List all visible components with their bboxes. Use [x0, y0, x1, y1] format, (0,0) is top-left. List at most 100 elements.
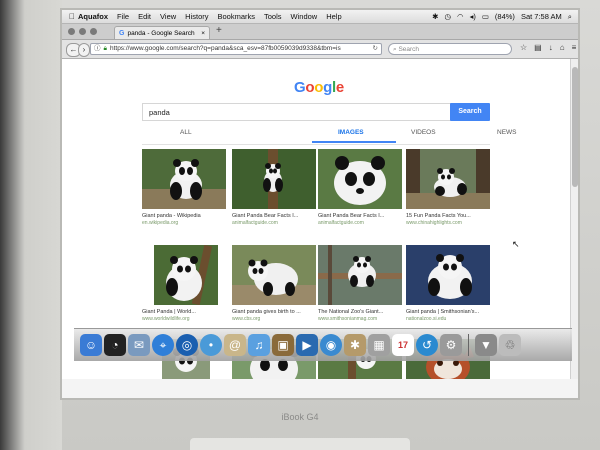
toolbar-icons: ☆ ▤ ↓ ⌂ ≡ — [520, 43, 576, 52]
result-thumbnail[interactable] — [142, 149, 226, 209]
globe-icon[interactable]: ◎ — [176, 334, 198, 356]
result-title[interactable]: Giant Panda | World... — [142, 309, 226, 315]
bookmark-star-icon[interactable]: ☆ — [520, 43, 527, 52]
address-book-icon[interactable]: @ — [224, 334, 246, 356]
image-result[interactable]: Giant panda - Wikipedia en.wikipedia.org — [142, 149, 226, 226]
result-thumbnail[interactable] — [232, 149, 316, 209]
result-thumbnail[interactable] — [406, 149, 490, 209]
result-thumbnail[interactable] — [406, 245, 490, 305]
result-thumbnail[interactable] — [154, 245, 218, 305]
tab-google-search[interactable]: G panda - Google Search × — [114, 26, 210, 39]
spotlight-icon[interactable]: ⌕ — [568, 12, 572, 22]
downloads-stack-icon[interactable]: ▼ — [475, 334, 497, 356]
image-result[interactable]: 15 Fun Panda Facts You... www.chinahighl… — [406, 149, 490, 226]
new-tab-button[interactable]: + — [216, 25, 222, 36]
close-window-button[interactable] — [68, 28, 75, 35]
tab-close-icon[interactable]: × — [201, 30, 205, 37]
trash-icon[interactable]: ♲ — [499, 334, 521, 356]
firefox-icon[interactable]: ◉ — [320, 334, 342, 356]
google-search-button[interactable]: Search — [450, 103, 490, 121]
menu-file[interactable]: File — [117, 12, 129, 21]
laptop-hinge — [190, 438, 410, 450]
tab-images[interactable]: IMAGES — [338, 129, 364, 136]
url-text: https://www.google.com/search?q=panda&sc… — [109, 45, 341, 52]
safari-icon[interactable]: ⌖ — [152, 334, 174, 356]
home-icon[interactable]: ⌂ — [560, 43, 565, 52]
result-title[interactable]: The National Zoo's Giant... — [318, 309, 402, 315]
dock: ☺ ◔ ✉ ⌖ ◎ • @ ♫ ▣ ▶ ◉ ✱ ▦ 17 ↺ ⚙ ▼ ♲ — [74, 328, 572, 361]
reading-list-icon[interactable]: ▤ — [534, 43, 542, 52]
result-title[interactable]: Giant panda gives birth to ... — [232, 309, 316, 315]
menu-history[interactable]: History — [185, 12, 208, 21]
result-title[interactable]: Giant Panda Bear Facts I... — [232, 213, 316, 219]
battery-icon[interactable]: ▭ — [482, 12, 489, 21]
info-icon[interactable]: ⓘ — [94, 43, 101, 55]
tab-videos[interactable]: VIDEOS — [411, 129, 436, 136]
menu-view[interactable]: View — [160, 12, 176, 21]
clock[interactable]: Sat 7:58 AM — [521, 12, 562, 21]
google-logo[interactable]: Google — [294, 79, 344, 96]
google-search-input[interactable]: panda — [142, 103, 452, 121]
menu-bar:  Aquafox File Edit View History Bookmar… — [62, 10, 578, 24]
result-thumbnail[interactable] — [232, 245, 316, 305]
apple-menu-icon[interactable]:  — [66, 12, 78, 21]
laptop-brand-label: iBook G4 — [281, 412, 319, 422]
iphoto-library-icon[interactable]: ▦ — [368, 334, 390, 356]
menu-help[interactable]: Help — [326, 12, 341, 21]
tab-title: panda - Google Search — [127, 29, 195, 37]
image-result[interactable]: Giant Panda | World... www.worldwildlife… — [142, 245, 226, 322]
wifi-icon[interactable]: ◠ — [457, 12, 464, 21]
tab-news[interactable]: NEWS — [497, 129, 517, 136]
active-tab-indicator — [312, 141, 396, 143]
result-thumbnail[interactable] — [318, 245, 402, 305]
result-title[interactable]: Giant Panda Bear Facts I... — [318, 213, 402, 219]
result-title[interactable]: Giant panda | Smithsonian's... — [406, 309, 490, 315]
volume-icon[interactable]: ◂) — [470, 12, 476, 21]
iphoto-icon[interactable]: ✱ — [344, 334, 366, 356]
bluetooth-icon[interactable]: ✱ — [432, 12, 438, 21]
reload-icon[interactable]: ↻ — [373, 43, 378, 55]
menu-bookmarks[interactable]: Bookmarks — [218, 12, 256, 21]
preview-icon[interactable]: ▣ — [272, 334, 294, 356]
zoom-window-button[interactable] — [90, 28, 97, 35]
dock-separator — [468, 334, 469, 356]
search-icon: ⌕ — [393, 46, 397, 53]
dashboard-icon[interactable]: ◔ — [104, 334, 126, 356]
result-title[interactable]: 15 Fun Panda Facts You... — [406, 213, 490, 219]
result-title[interactable]: Giant panda - Wikipedia — [142, 213, 226, 219]
tab-all[interactable]: ALL — [180, 129, 192, 136]
scrollbar-thumb[interactable] — [572, 67, 578, 187]
quicktime-icon[interactable]: ▶ — [296, 334, 318, 356]
mail-icon[interactable]: ✉ — [128, 334, 150, 356]
itunes-icon[interactable]: ♫ — [248, 334, 270, 356]
menu-app-name[interactable]: Aquafox — [78, 12, 108, 21]
result-thumbnail[interactable] — [318, 149, 402, 209]
time-machine-icon[interactable]: ◷ — [444, 12, 451, 21]
result-source: nationalzoo.si.edu — [406, 316, 447, 322]
forward-button[interactable]: › — [78, 43, 90, 57]
address-bar[interactable]: ⓘ 🔒︎ https://www.google.com/search?q=pan… — [90, 43, 382, 55]
menu-hamburger-icon[interactable]: ≡ — [572, 43, 577, 52]
browser-search-input[interactable]: ⌕ Search — [388, 43, 512, 55]
menu-edit[interactable]: Edit — [138, 12, 151, 21]
image-result[interactable]: Giant panda | Smithsonian's... nationalz… — [406, 245, 490, 322]
menu-extras: ✱ ◷ ◠ ◂) ▭ (84%) Sat 7:58 AM ⌕ — [432, 12, 572, 22]
minimize-window-button[interactable] — [79, 28, 86, 35]
image-result[interactable]: The National Zoo's Giant... www.smithson… — [318, 245, 402, 322]
ichat-icon[interactable]: • — [200, 334, 222, 356]
result-source: animalfactguide.com — [232, 220, 278, 226]
image-result[interactable]: Giant Panda Bear Facts I... animalfactgu… — [232, 149, 316, 226]
image-result[interactable]: Giant Panda Bear Facts I... animalfactgu… — [318, 149, 402, 226]
result-source: en.wikipedia.org — [142, 220, 179, 226]
bezel-left — [0, 0, 62, 450]
finder-icon[interactable]: ☺ — [80, 334, 102, 356]
result-source: animalfactguide.com — [318, 220, 364, 226]
aquafox-icon[interactable]: ↺ — [416, 334, 438, 356]
image-result[interactable]: Giant panda gives birth to ... www.cbs.o… — [232, 245, 316, 322]
menu-tools[interactable]: Tools — [264, 12, 282, 21]
google-favicon-icon: G — [119, 29, 125, 37]
menu-window[interactable]: Window — [291, 12, 318, 21]
downloads-icon[interactable]: ↓ — [549, 43, 553, 52]
calendar-icon[interactable]: 17 — [392, 334, 414, 356]
systemprefs-icon[interactable]: ⚙ — [440, 334, 462, 356]
